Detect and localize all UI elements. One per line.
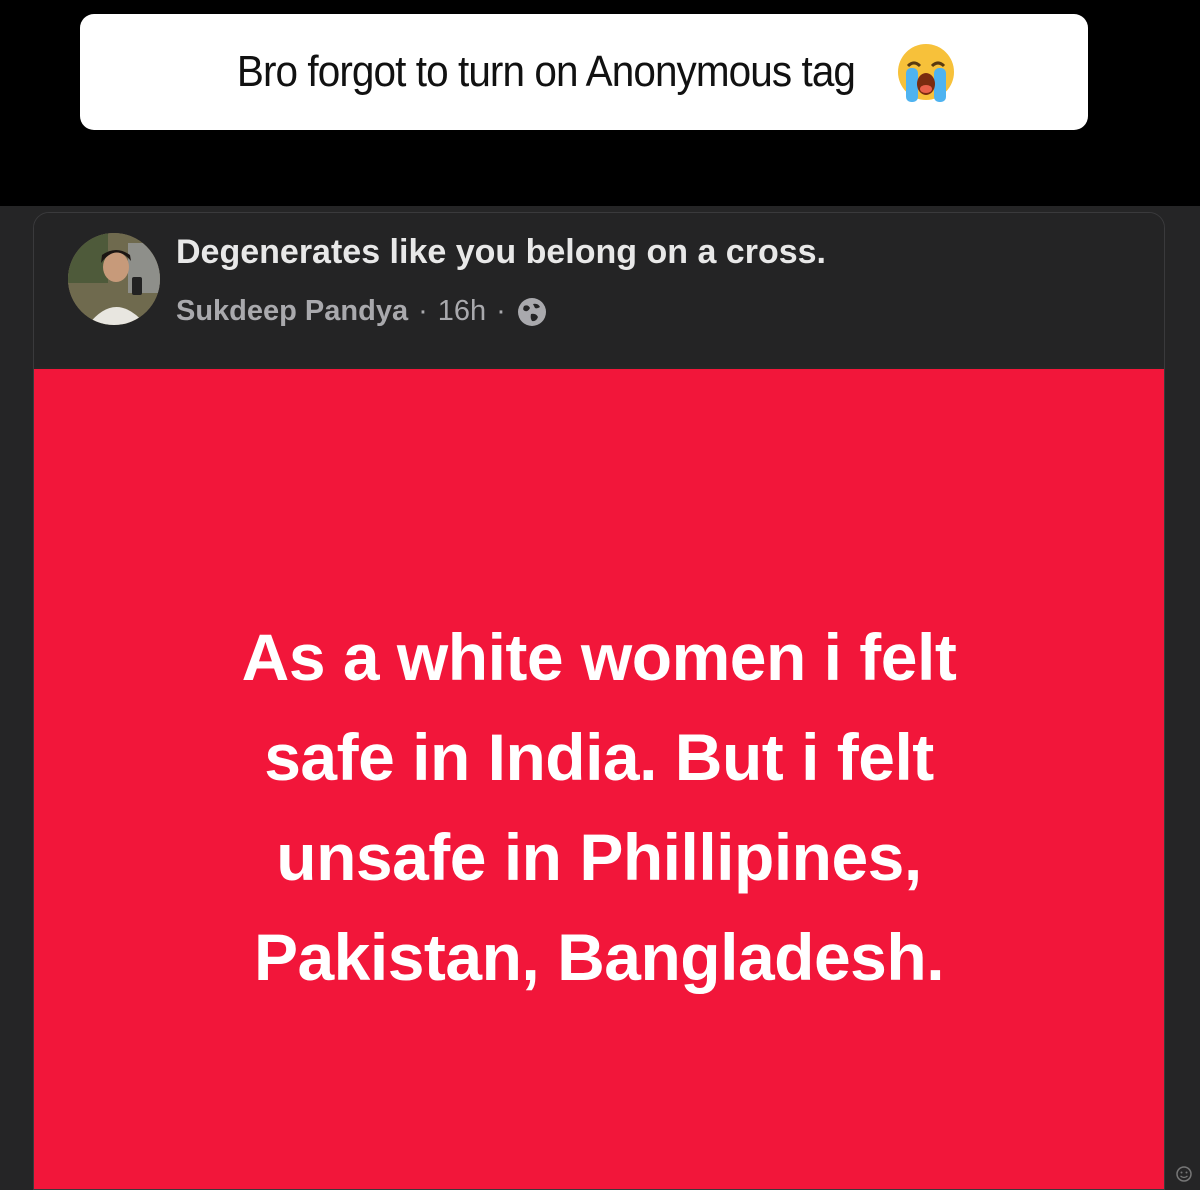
story-caption: Bro forgot to turn on Anonymous tag	[80, 14, 1088, 130]
caption-text: Bro forgot to turn on Anonymous tag	[236, 47, 856, 96]
avatar-photo	[68, 233, 160, 325]
shared-post-card: Degenerates like you belong on a cross. …	[33, 212, 1165, 1190]
post-line: As a white women i felt	[241, 620, 957, 694]
comment-meta: Sukdeep Pandya · 16h ·	[176, 295, 548, 328]
screenshot-frame: Bro forgot to turn on Anonymous tag Dege…	[0, 0, 1200, 1190]
loudly-crying-face-icon	[897, 44, 954, 102]
meta-separator: ·	[496, 295, 506, 327]
timestamp[interactable]: 16h	[438, 295, 486, 328]
avatar[interactable]	[68, 233, 160, 325]
watermark-smiley-icon	[1176, 1166, 1192, 1182]
post-line: safe in India. But i felt	[264, 720, 934, 794]
text-post-panel: As a white women i felt safe in India. B…	[34, 369, 1164, 1189]
meta-separator: ·	[418, 295, 428, 327]
comment-header: Degenerates like you belong on a cross. …	[34, 213, 1164, 367]
post-body-text: As a white women i felt safe in India. B…	[34, 607, 1164, 1007]
post-line: Pakistan, Bangladesh.	[253, 920, 945, 994]
globe-icon	[517, 297, 546, 326]
comment-text: Degenerates like you belong on a cross.	[176, 233, 826, 271]
author-name[interactable]: Sukdeep Pandya	[176, 295, 408, 328]
post-line: unsafe in Phillipines,	[276, 820, 922, 894]
